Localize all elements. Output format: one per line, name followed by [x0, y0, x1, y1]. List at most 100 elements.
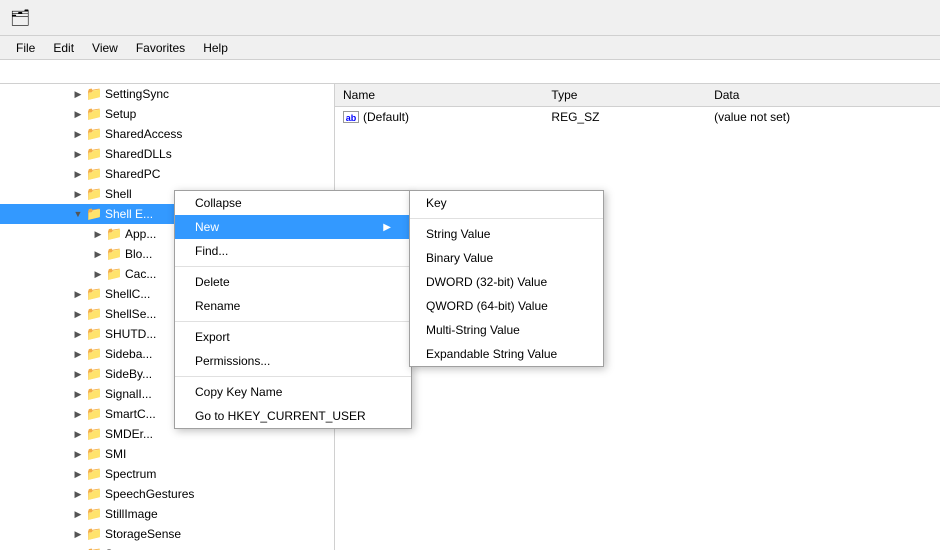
tree-arrow-icon: ▶	[70, 469, 86, 480]
tree-item[interactable]: ▶ 📁 Spectrum	[0, 464, 334, 484]
tree-arrow-icon: ▶	[90, 269, 106, 280]
tree-item[interactable]: ▶ 📁 StorageSense	[0, 524, 334, 544]
table-row[interactable]: ab(Default) REG_SZ (value not set)	[335, 107, 940, 127]
sub-context-menu-label: QWORD (64-bit) Value	[426, 299, 548, 313]
folder-icon: 📁	[86, 166, 102, 182]
folder-icon: 📁	[106, 266, 122, 282]
sub-context-menu-item-binary-value[interactable]: Binary Value	[410, 246, 603, 270]
sub-context-menu-item-expandable-string-value[interactable]: Expandable String Value	[410, 342, 603, 366]
sub-context-menu-item-dword-value[interactable]: DWORD (32-bit) Value	[410, 270, 603, 294]
folder-icon: 📁	[86, 326, 102, 342]
tree-item[interactable]: ▶ 📁 SharedDLLs	[0, 144, 334, 164]
folder-icon: 📁	[86, 106, 102, 122]
tree-arrow-icon: ▶	[90, 229, 106, 240]
tree-arrow-icon: ▶	[70, 169, 86, 180]
tree-arrow-icon: ▶	[70, 149, 86, 160]
tree-arrow-icon: ▶	[70, 289, 86, 300]
folder-icon: 📁	[86, 526, 102, 542]
tree-arrow-icon: ▶	[70, 449, 86, 460]
menu-view[interactable]: View	[84, 39, 126, 57]
tree-item-label: SharedAccess	[105, 127, 334, 141]
sub-context-menu-label: Expandable String Value	[426, 347, 557, 361]
sub-context-menu-label: Binary Value	[426, 251, 493, 265]
menu-separator	[175, 321, 411, 322]
tree-arrow-icon: ▶	[70, 129, 86, 140]
context-menu-label: Delete	[195, 275, 230, 289]
folder-icon: 📁	[86, 346, 102, 362]
sub-context-menu-item-qword-value[interactable]: QWORD (64-bit) Value	[410, 294, 603, 318]
folder-icon: 📁	[86, 286, 102, 302]
title-bar: 🗂	[0, 0, 940, 36]
context-menu-label: New	[195, 220, 219, 234]
cell-name: ab(Default)	[335, 107, 543, 127]
folder-icon: 📁	[86, 366, 102, 382]
tree-item[interactable]: ▶ 📁 SharedPC	[0, 164, 334, 184]
context-menu-item-find[interactable]: Find...	[175, 239, 411, 263]
context-menu-item-rename[interactable]: Rename	[175, 294, 411, 318]
folder-icon: 📁	[86, 486, 102, 502]
folder-icon: 📁	[86, 406, 102, 422]
folder-icon: 📁	[86, 466, 102, 482]
context-menu-item-new[interactable]: New▶	[175, 215, 411, 239]
context-menu-label: Permissions...	[195, 354, 270, 368]
tree-item[interactable]: ▶ 📁 SettingSync	[0, 84, 334, 104]
tree-item[interactable]: ▶ 📁 SharedAccess	[0, 124, 334, 144]
menu-edit[interactable]: Edit	[45, 39, 82, 57]
menu-separator	[175, 376, 411, 377]
sub-context-menu-label: DWORD (32-bit) Value	[426, 275, 547, 289]
tree-item-label: SMI	[105, 447, 334, 461]
sub-context-menu-label: Key	[426, 196, 447, 210]
folder-icon: 📁	[86, 146, 102, 162]
tree-item[interactable]: ▶ 📁 StillImage	[0, 504, 334, 524]
sub-context-menu-item-key[interactable]: Key	[410, 191, 603, 215]
folder-icon: 📁	[86, 446, 102, 462]
tree-item-label: SharedDLLs	[105, 147, 334, 161]
folder-icon: 📁	[86, 426, 102, 442]
folder-icon: 📁	[86, 86, 102, 102]
tree-item-label: StorageSense	[105, 527, 334, 541]
context-menu-item-permissions[interactable]: Permissions...	[175, 349, 411, 373]
tree-item-label: SharedPC	[105, 167, 334, 181]
app-icon: 🗂	[10, 8, 30, 28]
sub-menu-separator	[410, 218, 603, 219]
tree-item-label: Spectrum	[105, 467, 334, 481]
tree-item-label: SMDEr...	[105, 427, 334, 441]
menu-favorites[interactable]: Favorites	[128, 39, 193, 57]
sub-context-menu-item-multi-string-value[interactable]: Multi-String Value	[410, 318, 603, 342]
folder-icon: 📁	[86, 506, 102, 522]
context-menu-item-delete[interactable]: Delete	[175, 270, 411, 294]
context-menu-item-export[interactable]: Export	[175, 325, 411, 349]
tree-item[interactable]: ▶ 📁 SpeechGestures	[0, 484, 334, 504]
maximize-button[interactable]	[872, 8, 900, 28]
context-menu-label: Go to HKEY_CURRENT_USER	[195, 409, 366, 423]
sub-context-menu-item-string-value[interactable]: String Value	[410, 222, 603, 246]
context-menu-item-copy-key[interactable]: Copy Key Name	[175, 380, 411, 404]
tree-item[interactable]: ▶ 📁 SMI	[0, 444, 334, 464]
tree-item-label: Setup	[105, 107, 334, 121]
sub-context-menu: Key String Value Binary Value DWORD (32-bit…	[409, 190, 604, 367]
tree-arrow-icon: ▶	[70, 389, 86, 400]
context-menu-label: Export	[195, 330, 230, 344]
folder-icon: 📁	[86, 306, 102, 322]
tree-item-label: SpeechGestures	[105, 487, 334, 501]
tree-arrow-icon: ▶	[70, 429, 86, 440]
context-menu-item-collapse[interactable]: Collapse	[175, 191, 411, 215]
sub-context-menu-label: String Value	[426, 227, 490, 241]
tree-arrow-icon: ▶	[70, 109, 86, 120]
menu-help[interactable]: Help	[195, 39, 236, 57]
tree-arrow-icon: ▶	[70, 329, 86, 340]
tree-arrow-icon: ▶	[70, 489, 86, 500]
tree-item[interactable]: ▶ 📁 Store	[0, 544, 334, 550]
minimize-button[interactable]	[842, 8, 870, 28]
tree-arrow-icon: ▶	[70, 529, 86, 540]
close-button[interactable]	[902, 8, 930, 28]
context-menu-label: Rename	[195, 299, 240, 313]
folder-icon: 📁	[86, 186, 102, 202]
col-data: Data	[706, 84, 940, 107]
menu-file[interactable]: File	[8, 39, 43, 57]
tree-arrow-icon: ▶	[70, 89, 86, 100]
tree-item[interactable]: ▶ 📁 Setup	[0, 104, 334, 124]
context-menu-label: Find...	[195, 244, 228, 258]
context-menu-item-goto-hkcu[interactable]: Go to HKEY_CURRENT_USER	[175, 404, 411, 428]
sub-context-menu-label: Multi-String Value	[426, 323, 520, 337]
